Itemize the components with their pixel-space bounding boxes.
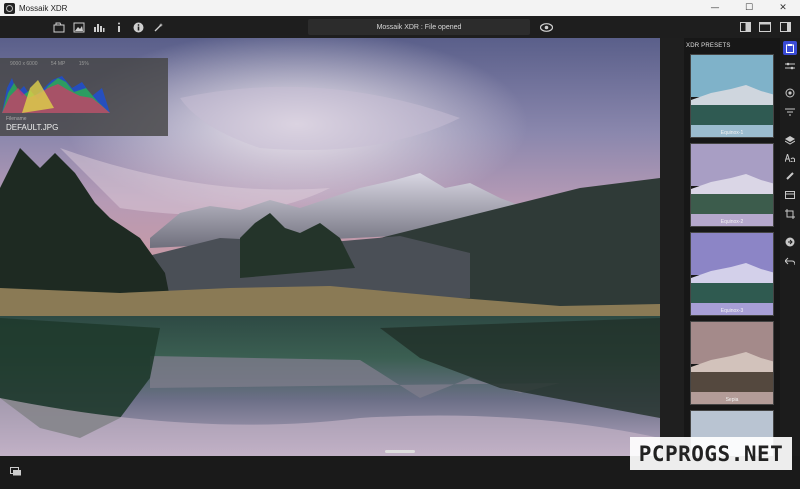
app-logo-icon (4, 2, 15, 14)
watermark: PCPROGS.NET (630, 437, 792, 470)
image-meta: 9000 x 6000 54 MP 15% (10, 61, 101, 67)
preset-label: Equinox-3 (720, 308, 744, 314)
text-icon[interactable] (783, 151, 797, 165)
brush-icon[interactable] (783, 169, 797, 183)
target-icon[interactable] (783, 86, 797, 100)
minimize-button[interactable]: — (698, 0, 732, 16)
compare-icon[interactable] (10, 467, 22, 477)
close-button[interactable]: ✕ (766, 0, 800, 16)
preset-label: Equinox-2 (720, 219, 744, 225)
preset-label: Equinox-1 (720, 130, 744, 136)
crop-icon[interactable] (783, 207, 797, 221)
preset-equinox-1[interactable]: Equinox-1 (690, 54, 774, 138)
split-view-icon[interactable] (738, 20, 752, 34)
undo-icon[interactable] (783, 254, 797, 268)
preset-label: Sepia (725, 397, 739, 403)
presets-title: XDR PRESETS (686, 43, 731, 49)
window-controls: — ☐ ✕ (698, 0, 800, 16)
panel-view-icon[interactable] (778, 20, 792, 34)
info-text-icon[interactable] (112, 20, 126, 34)
window-title: Mossaik XDR (19, 3, 68, 13)
histogram-graph (2, 76, 110, 113)
image-icon[interactable] (72, 20, 86, 34)
presets-panel: XDR PRESETS Equinox-1 Equinox-2 Equinox-… (684, 38, 780, 456)
side-toolbar (780, 38, 800, 456)
info-icon[interactable] (131, 20, 145, 34)
preset-equinox-2[interactable]: Equinox-2 (690, 143, 774, 227)
magic-wand-icon[interactable] (151, 20, 165, 34)
filter-lines-icon[interactable] (783, 105, 797, 119)
eye-icon[interactable] (539, 20, 553, 34)
layers-icon[interactable] (783, 133, 797, 147)
open-file-icon[interactable] (52, 20, 66, 34)
filename-label: Filename (6, 116, 27, 122)
panel-gutter (660, 38, 684, 456)
preset-sepia[interactable]: Sepia (690, 321, 774, 405)
status-bar: Mossaik XDR : File opened (308, 19, 530, 35)
app-toolbar: Mossaik XDR : File opened (0, 16, 800, 38)
canvas-scroll-handle[interactable] (385, 450, 415, 453)
filename: DEFAULT.JPG (6, 123, 59, 132)
title-bar: Mossaik XDR — ☐ ✕ (0, 0, 800, 16)
export-icon[interactable] (783, 235, 797, 249)
zoom-percent: 15% (78, 61, 89, 67)
image-dimensions: 9000 x 6000 (10, 61, 38, 67)
maximize-button[interactable]: ☐ (732, 0, 766, 16)
sliders-icon[interactable] (783, 59, 797, 73)
window-view-icon[interactable] (758, 20, 772, 34)
image-megapixels: 54 MP (50, 61, 66, 67)
presets-tool-icon[interactable] (783, 41, 797, 55)
film-icon[interactable] (783, 188, 797, 202)
preset-equinox-3[interactable]: Equinox-3 (690, 232, 774, 316)
histogram-icon[interactable] (92, 20, 106, 34)
